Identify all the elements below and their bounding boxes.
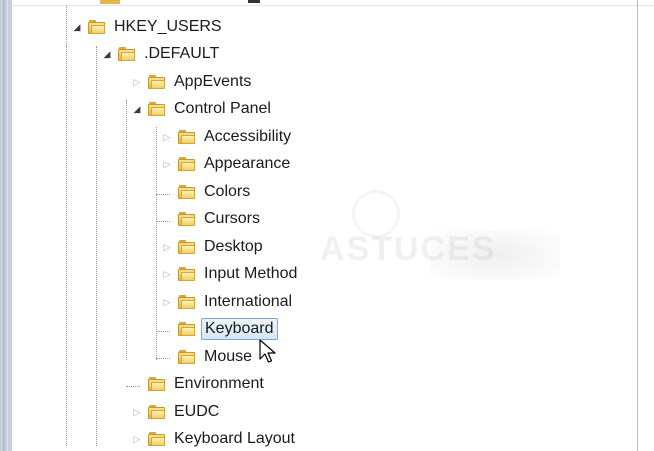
- tree-item-accessibility[interactable]: ▷ Accessibility: [162, 125, 294, 149]
- tree-guide-line: [66, 46, 67, 446]
- folder-icon: [118, 47, 135, 61]
- folder-icon: [178, 240, 195, 254]
- tree-item-keyboard[interactable]: ▷ Keyboard: [162, 317, 278, 341]
- tree-item-label: Cursors: [204, 210, 261, 227]
- tree-item-label: Appearance: [204, 155, 291, 172]
- folder-icon: [178, 295, 195, 309]
- tree-guide-line: [156, 127, 157, 360]
- tree-item-label: Environment: [174, 375, 264, 392]
- tree-item-label: Input Method: [204, 265, 298, 282]
- folder-icon: [178, 350, 195, 364]
- tree-guide-line: [126, 100, 127, 360]
- registry-tree[interactable]: ◢ HKEY_USERS ◢ .DEFAULT ▷ AppEvents ◢ Co…: [12, 5, 637, 451]
- folder-icon: [178, 185, 195, 199]
- tree-item-appearance[interactable]: ▷ Appearance: [162, 152, 293, 176]
- collapsed-triangle-icon[interactable]: ▷: [162, 157, 172, 171]
- tree-item-label: Keyboard: [201, 318, 278, 340]
- collapsed-triangle-icon[interactable]: ▷: [132, 432, 142, 446]
- tree-item-appevents[interactable]: ▷ AppEvents: [132, 70, 254, 94]
- collapsed-triangle-icon[interactable]: ▷: [162, 295, 172, 309]
- expanded-triangle-icon[interactable]: ◢: [132, 102, 142, 116]
- tree-item-label: EUDC: [174, 403, 220, 420]
- folder-icon: [178, 130, 195, 144]
- folder-icon: [178, 322, 195, 336]
- window-left-edge: [3, 0, 8, 451]
- tree-item-international[interactable]: ▷ International: [162, 290, 295, 314]
- folder-icon: [148, 102, 165, 116]
- tree-item-label: Colors: [204, 183, 251, 200]
- expanded-triangle-icon[interactable]: ◢: [72, 20, 82, 34]
- cut-off-folder-icon: [100, 0, 120, 4]
- collapsed-triangle-icon[interactable]: ▷: [162, 240, 172, 254]
- tree-guide-line: [96, 46, 97, 446]
- tree-item-label: Mouse: [204, 348, 253, 365]
- folder-icon: [148, 432, 165, 446]
- tree-item-label: .DEFAULT: [144, 45, 220, 62]
- folder-icon: [88, 20, 105, 34]
- cut-off-text-fragment: [248, 0, 260, 3]
- folder-icon: [148, 405, 165, 419]
- tree-item-label: Accessibility: [204, 128, 292, 145]
- collapsed-triangle-icon[interactable]: ▷: [162, 267, 172, 281]
- folder-icon: [148, 75, 165, 89]
- collapsed-triangle-icon[interactable]: ▷: [162, 130, 172, 144]
- tree-item-hkey-users[interactable]: ◢ HKEY_USERS: [72, 15, 225, 39]
- tree-item-keyboard-layout[interactable]: ▷ Keyboard Layout: [132, 427, 298, 451]
- tree-item-desktop[interactable]: ▷ Desktop: [162, 235, 266, 259]
- tree-item-label: HKEY_USERS: [114, 18, 222, 35]
- tree-guide-line: [66, 5, 67, 46]
- expanded-triangle-icon[interactable]: ◢: [102, 47, 112, 61]
- tree-item-label: Desktop: [204, 238, 263, 255]
- collapsed-triangle-icon[interactable]: ▷: [132, 405, 142, 419]
- tree-item-mouse[interactable]: ▷ Mouse: [162, 345, 255, 369]
- tree-item-input-method[interactable]: ▷ Input Method: [162, 262, 300, 286]
- pane-right-border: [637, 0, 638, 451]
- tree-item-label: International: [204, 293, 293, 310]
- tree-item-control-panel[interactable]: ◢ Control Panel: [132, 97, 274, 121]
- tree-item-environment[interactable]: ▷ Environment: [132, 372, 267, 396]
- folder-icon: [178, 157, 195, 171]
- folder-icon: [178, 267, 195, 281]
- collapsed-triangle-icon[interactable]: ▷: [132, 75, 142, 89]
- folder-icon: [178, 212, 195, 226]
- tree-item-eudc[interactable]: ▷ EUDC: [132, 400, 222, 424]
- tree-item-label: AppEvents: [174, 73, 252, 90]
- tree-item-default[interactable]: ◢ .DEFAULT: [102, 42, 222, 66]
- tree-item-cursors[interactable]: ▷ Cursors: [162, 207, 263, 231]
- tree-item-label: Keyboard Layout: [174, 430, 295, 447]
- tree-item-label: Control Panel: [174, 100, 271, 117]
- folder-icon: [148, 377, 165, 391]
- tree-item-colors[interactable]: ▷ Colors: [162, 180, 253, 204]
